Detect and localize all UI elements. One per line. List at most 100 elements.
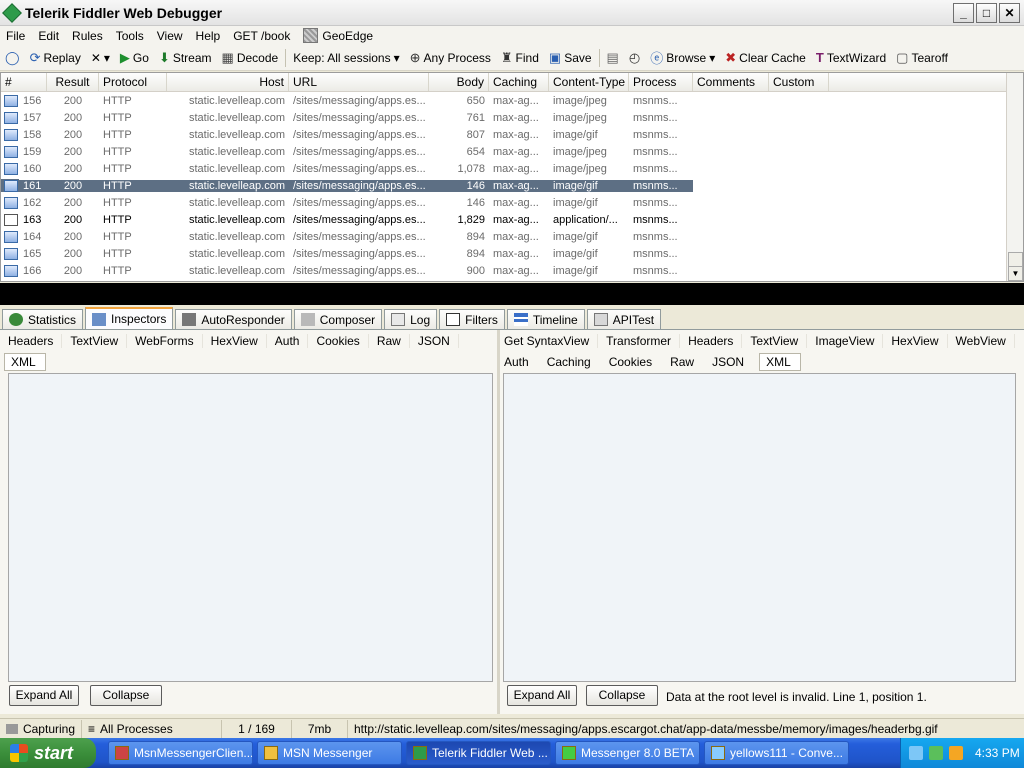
- request-xml-view[interactable]: [8, 373, 493, 682]
- resp-tab-syntaxview[interactable]: Get SyntaxView: [500, 333, 599, 348]
- save-button[interactable]: ▣ Save: [544, 50, 597, 66]
- response-collapse-button[interactable]: Collapse: [586, 685, 658, 706]
- tearoff-button[interactable]: ▢ Tearoff: [891, 50, 953, 66]
- menu-edit[interactable]: Edit: [32, 29, 66, 43]
- resp-tab-headers[interactable]: Headers: [680, 333, 743, 348]
- tab-timeline[interactable]: Timeline: [506, 309, 585, 329]
- screenshot-button[interactable]: ▤: [602, 50, 624, 66]
- session-row[interactable]: 166 200 HTTP static.levelleap.com/sites/mes…: [1, 262, 1023, 279]
- req-tab-raw[interactable]: Raw: [369, 333, 410, 348]
- session-row[interactable]: 157 200 HTTP static.levelleap.com/sites/mes…: [1, 109, 1023, 126]
- resp-tab-transformer[interactable]: Transformer: [598, 333, 681, 348]
- go-button[interactable]: ▶ Go: [115, 50, 154, 66]
- menu-tools[interactable]: Tools: [110, 29, 151, 43]
- resp-tab-raw[interactable]: Raw: [661, 355, 703, 369]
- col-process[interactable]: Process: [629, 73, 693, 91]
- menu-file[interactable]: File: [0, 29, 32, 43]
- task-conversation[interactable]: yellows111 - Conve...: [704, 741, 849, 765]
- session-row[interactable]: 156 200 HTTP static.levelleap.com/sites/mes…: [1, 92, 1023, 109]
- tab-composer[interactable]: Composer: [293, 309, 383, 329]
- tab-filters[interactable]: Filters: [439, 309, 505, 329]
- menu-help[interactable]: Help: [190, 29, 228, 43]
- resp-tab-cookies[interactable]: Cookies: [600, 355, 661, 369]
- process-filter[interactable]: ≡ All Processes: [82, 719, 222, 738]
- resp-tab-caching[interactable]: Caching: [538, 355, 600, 369]
- resp-tab-auth[interactable]: Auth: [500, 355, 538, 369]
- tab-apitest[interactable]: APITest: [586, 309, 662, 329]
- col-caching[interactable]: Caching: [489, 73, 549, 91]
- any-process-button[interactable]: ⊕ Any Process: [405, 50, 496, 66]
- session-list-scrollbar[interactable]: ▼: [1006, 73, 1023, 281]
- col-comments[interactable]: Comments: [693, 73, 769, 91]
- keyboard-icon[interactable]: [909, 746, 923, 760]
- req-tab-cookies[interactable]: Cookies: [308, 333, 369, 348]
- session-row[interactable]: 158 200 HTTP static.levelleap.com/sites/mes…: [1, 126, 1023, 143]
- decode-button[interactable]: ▦ Decode: [217, 50, 284, 66]
- col-url[interactable]: URL: [289, 73, 429, 91]
- task-msnmessengerclient[interactable]: MsnMessengerClien...: [108, 741, 253, 765]
- session-row[interactable]: 163 200 HTTP static.levelleap.com/sites/mes…: [1, 211, 1023, 228]
- close-button[interactable]: ✕: [999, 3, 1020, 23]
- resp-tab-hexview[interactable]: HexView: [883, 333, 948, 348]
- find-button[interactable]: ♜ Find: [496, 50, 544, 66]
- col-number[interactable]: #: [1, 73, 47, 91]
- comment-button[interactable]: ◯: [0, 50, 25, 66]
- req-tab-xml[interactable]: XML: [4, 352, 46, 371]
- replay-button[interactable]: ⟳ Replay: [25, 50, 86, 66]
- session-row[interactable]: 164 200 HTTP static.levelleap.com/sites/mes…: [1, 228, 1023, 245]
- menu-get-book[interactable]: GET /book: [227, 29, 297, 43]
- tab-autoresponder[interactable]: AutoResponder: [175, 309, 292, 329]
- maximize-button[interactable]: □: [976, 3, 997, 23]
- session-row[interactable]: 160 200 HTTP static.levelleap.com/sites/mes…: [1, 160, 1023, 177]
- col-body[interactable]: Body: [429, 73, 489, 91]
- session-row[interactable]: 159 200 HTTP static.levelleap.com/sites/mes…: [1, 143, 1023, 160]
- resp-tab-json[interactable]: JSON: [703, 355, 753, 369]
- timer-button[interactable]: ◴: [624, 50, 645, 66]
- clear-cache-button[interactable]: ✖ Clear Cache: [720, 50, 811, 66]
- menu-geoedge[interactable]: GeoEdge: [297, 28, 380, 43]
- col-content-type[interactable]: Content-Type: [549, 73, 629, 91]
- session-row[interactable]: 162 200 HTTP static.levelleap.com/sites/mes…: [1, 194, 1023, 211]
- stream-button[interactable]: ⬇ Stream: [154, 50, 217, 66]
- resp-tab-textview[interactable]: TextView: [742, 333, 808, 348]
- req-tab-hexview[interactable]: HexView: [203, 333, 267, 348]
- task-msn-messenger-folder[interactable]: MSN Messenger: [257, 741, 402, 765]
- req-tab-headers[interactable]: Headers: [0, 333, 63, 348]
- task-fiddler[interactable]: Telerik Fiddler Web ...: [406, 741, 551, 765]
- task-messenger-beta[interactable]: Messenger 8.0 BETA: [555, 741, 700, 765]
- scroll-thumb[interactable]: [1008, 252, 1023, 267]
- scroll-down-arrow[interactable]: ▼: [1008, 266, 1023, 281]
- response-expand-all-button[interactable]: Expand All: [507, 685, 577, 706]
- col-custom[interactable]: Custom: [769, 73, 829, 91]
- capturing-indicator[interactable]: Capturing: [0, 719, 82, 738]
- search-tray-icon[interactable]: [949, 746, 963, 760]
- col-protocol[interactable]: Protocol: [99, 73, 167, 91]
- request-expand-all-button[interactable]: Expand All: [9, 685, 79, 706]
- req-tab-textview[interactable]: TextView: [62, 333, 128, 348]
- keep-sessions-dropdown[interactable]: Keep: All sessions ▾: [288, 51, 404, 65]
- col-result[interactable]: Result: [47, 73, 99, 91]
- menu-rules[interactable]: Rules: [66, 29, 110, 43]
- menu-view[interactable]: View: [151, 29, 190, 43]
- splitter-bar[interactable]: [0, 283, 1024, 305]
- session-row[interactable]: 165 200 HTTP static.levelleap.com/sites/mes…: [1, 245, 1023, 262]
- tab-statistics[interactable]: Statistics: [2, 309, 84, 329]
- req-tab-webforms[interactable]: WebForms: [127, 333, 203, 348]
- textwizard-button[interactable]: T TextWizard: [811, 50, 891, 65]
- response-xml-view[interactable]: [503, 373, 1016, 682]
- req-tab-json[interactable]: JSON: [410, 333, 459, 348]
- request-collapse-button[interactable]: Collapse: [90, 685, 162, 706]
- tab-inspectors[interactable]: Inspectors: [85, 307, 174, 329]
- resp-tab-xml[interactable]: XML: [759, 352, 802, 371]
- req-tab-auth[interactable]: Auth: [267, 333, 309, 348]
- remove-button[interactable]: ✕ ▾: [86, 51, 115, 65]
- minimize-button[interactable]: _: [953, 3, 974, 23]
- session-row[interactable]: 161 200 HTTP static.levelleap.com/sites/mes…: [1, 177, 1023, 194]
- resp-tab-webview[interactable]: WebView: [948, 333, 1015, 348]
- col-host[interactable]: Host: [167, 73, 289, 91]
- tab-log[interactable]: Log: [384, 309, 438, 329]
- start-button[interactable]: start: [0, 738, 96, 768]
- messenger-tray-icon[interactable]: [929, 746, 943, 760]
- resp-tab-imageview[interactable]: ImageView: [807, 333, 884, 348]
- browse-button[interactable]: ⓔ Browse ▾: [645, 48, 720, 67]
